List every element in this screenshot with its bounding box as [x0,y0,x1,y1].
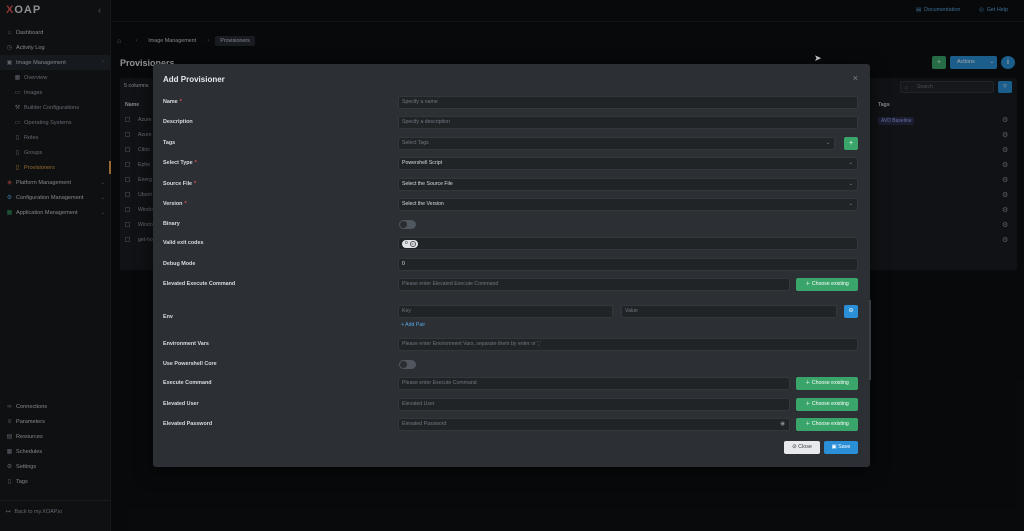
binary-toggle[interactable] [399,220,416,229]
binary-row: Binary [163,218,858,231]
env-label: Env [163,314,173,320]
elevated-user-label: Elevated User [163,401,199,407]
elevated-execute-command-row: Elevated Execute Command Please enter El… [163,278,858,291]
env-value-input[interactable]: Value [621,305,837,318]
use-powershell-core-row: Use Powershell Core [163,358,858,371]
name-input[interactable]: Specify a name [398,96,858,109]
elevated-execute-command-input[interactable]: Please enter Elevated Execute Command [398,278,790,291]
modal-title: Add Provisioner [163,75,225,84]
debug-mode-label: Debug Mode [163,261,196,267]
tags-label: Tags [163,140,176,146]
chevron-down-icon: ⌄ [848,181,853,187]
elevated-execute-command-label: Elevated Execute Command [163,281,236,287]
mouse-cursor-icon: ➤ [814,53,822,63]
exit-code-chip: 0 × [402,240,418,248]
select-type-label: Select Type * [163,160,197,166]
modal-scrollbar[interactable] [869,300,871,380]
close-button[interactable]: ⊘ Close [784,441,820,454]
eye-icon[interactable]: ◉ [780,419,785,430]
save-button[interactable]: ▣ Save [824,441,858,454]
select-type-row: Select Type * Powershell Script ⌄ [163,157,858,170]
execute-command-input[interactable]: Please enter Execute Command [398,377,790,390]
valid-exit-codes-label: Valid exit codes [163,240,204,246]
debug-mode-input[interactable]: 0 [398,258,858,271]
valid-exit-codes-input[interactable]: 0 × [398,237,858,250]
remove-chip-icon[interactable]: × [409,241,416,247]
add-pair-link[interactable]: + Add Pair [401,322,425,328]
elevated-password-label: Elevated Password [163,421,213,427]
debug-mode-row: Debug Mode 0 [163,258,858,271]
tags-select[interactable]: Select Tags ⌄ [398,137,835,150]
binary-label: Binary [163,221,180,227]
elevated-password-input[interactable]: Elevated Password ◉ [398,418,790,431]
elevated-password-row: Elevated Password Elevated Password ◉ ＋ C… [163,418,858,431]
name-row: Name * Specify a name [163,96,858,109]
description-label: Description [163,119,193,125]
close-icon[interactable]: × [853,73,858,83]
select-type-select[interactable]: Powershell Script ⌄ [398,157,858,170]
choose-existing-button[interactable]: ＋ Choose existing [796,418,858,431]
choose-existing-button[interactable]: ＋ Choose existing [796,377,858,390]
description-row: Description Specify a description [163,116,858,129]
environment-vars-label: Environment Vars [163,341,209,347]
env-key-input[interactable]: Key [398,305,613,318]
choose-existing-button[interactable]: ＋ Choose existing [796,398,858,411]
chevron-down-icon: ⌄ [848,160,853,166]
remove-pair-icon[interactable]: ⊖ [844,305,858,318]
add-provisioner-modal: Add Provisioner × Name * Specify a name D… [153,64,870,467]
source-file-row: Source File * Select the Source File ⌄ [163,178,858,191]
source-file-select[interactable]: Select the Source File ⌄ [398,178,858,191]
add-tag-button[interactable]: + [844,137,858,150]
version-row: Version * Select the Version ⌄ [163,198,858,211]
chevron-down-icon: ⌄ [848,201,853,207]
valid-exit-codes-row: Valid exit codes 0 × [163,237,858,250]
env-row: Env Key Value ⊖ [163,305,858,320]
version-label: Version * [163,201,187,207]
use-powershell-core-toggle[interactable] [399,360,416,369]
environment-vars-input[interactable]: Please enter Environment Vars, separate … [398,338,858,351]
execute-command-row: Execute Command Please enter Execute Com… [163,377,858,390]
tags-row: Tags Select Tags ⌄ + [163,137,858,150]
version-select[interactable]: Select the Version ⌄ [398,198,858,211]
elevated-user-row: Elevated User Elevated User ＋ Choose exi… [163,398,858,411]
elevated-user-input[interactable]: Elevated User [398,398,790,411]
description-input[interactable]: Specify a description [398,116,858,129]
chevron-down-icon: ⌄ [825,140,830,146]
source-file-label: Source File * [163,181,197,187]
execute-command-label: Execute Command [163,380,212,386]
choose-existing-button[interactable]: ＋ Choose existing [796,278,858,291]
environment-vars-row: Environment Vars Please enter Environmen… [163,338,858,351]
name-label: Name * [163,99,182,105]
use-powershell-core-label: Use Powershell Core [163,361,217,367]
